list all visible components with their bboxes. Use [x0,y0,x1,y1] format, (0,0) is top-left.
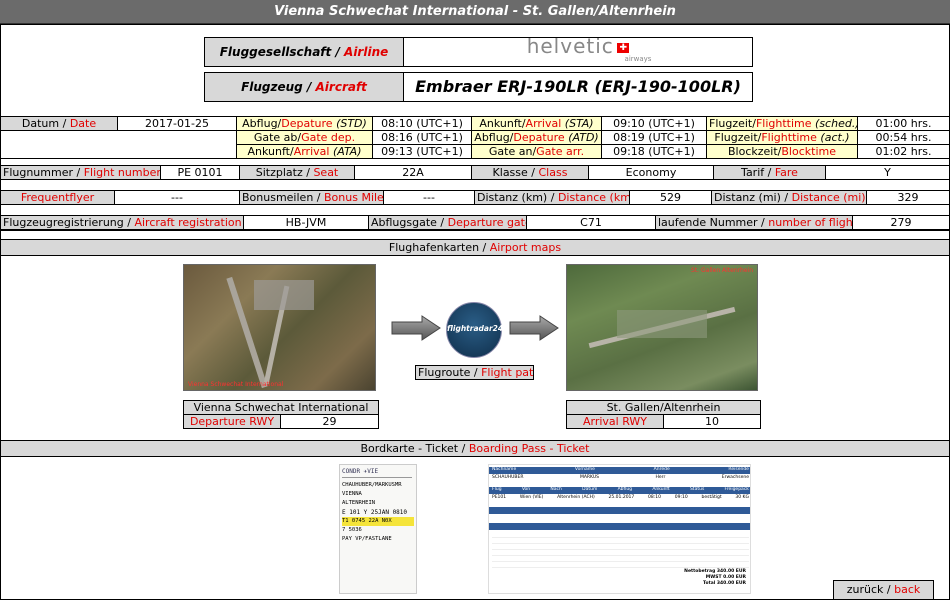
flighttime-sched-value: 01:00 hrs. [857,116,950,131]
aircraft-value: Embraer ERJ-190LR (ERJ-190-100LR) [403,72,753,102]
sta-value: 09:10 (UTC+1) [601,116,707,131]
aircraft-registration-value: HB-JVM [243,215,369,230]
flight-number-value: PE 0101 [160,165,240,180]
vie-logo-icon: CONDR ✈VIE [342,467,412,478]
airport-maps-header: Flughafenkarten / Airport maps [0,239,950,256]
bonus-miles-value: --- [383,190,475,205]
departure-rwy-value: 29 [280,414,379,429]
flighttime-sched-label: Flugzeit/Flighttime (sched.) [706,116,858,131]
departure-airport-name: Vienna Schwechat International [183,400,379,415]
swiss-cross-icon: ✚ [617,43,630,53]
aircraft-label: Flugzeug / Aircraft [204,72,404,102]
arrow-right-icon [509,315,559,341]
std-value: 08:10 (UTC+1) [372,116,472,131]
bonus-miles-label: Bonusmeilen / Bonus Miles [239,190,384,205]
fare-value: Y [825,165,950,180]
airline-label: Fluggesellschaft / Airline [204,37,404,67]
arrival-airport-name: St. Gallen/Altenrhein [566,400,761,415]
atd-value: 08:19 (UTC+1) [601,130,707,145]
gate-arr-value: 09:18 (UTC+1) [601,144,707,159]
gate-arr-label: Gate an/Gate arr. [471,144,602,159]
flighttime-act-value: 00:54 hrs. [857,130,950,145]
window-title: Vienna Schwechat International - St. Gal… [0,0,950,24]
seat-value: 22A [354,165,472,180]
back-button[interactable]: zurück / back [833,580,934,600]
distance-km-label: Distanz (km) / Distance (km) [474,190,630,205]
arrival-rwy-value: 10 [663,414,761,429]
distance-mi-value: 329 [866,190,950,205]
departure-gate-label: Abflugsgate / Departure gate [368,215,527,230]
flighttime-act-label: Flugzeit/Flighttime (act.) [706,130,858,145]
arrival-airport-photo[interactable]: St. Gallen Altenrhein [566,264,758,391]
sta-label: Ankunft/Arrival (STA) [471,116,602,131]
departure-airport-photo[interactable]: Vienna Schwechat International [183,264,376,391]
ticket-image[interactable]: Nachname Vorname Anrede Reisende SCHAUHUBER… [488,464,751,594]
seat-label: Sitzplatz / Seat [239,165,355,180]
flight-count-value: 279 [852,215,950,230]
flight-path-link[interactable]: Flugroute / Flight path [415,365,534,380]
class-value: Economy [588,165,714,180]
std-label: Abflug/Depature (STD) [236,116,373,131]
date-label: Datum / Date [0,116,118,131]
boarding-pass-header: Bordkarte - Ticket / Boarding Pass - Tic… [0,440,950,457]
flight-number-label: Flugnummer / Flight number [0,165,161,180]
distance-mi-label: Distanz (mi) / Distance (mi) [711,190,867,205]
distance-km-value: 529 [629,190,712,205]
flightradar24-logo[interactable]: flightradar24 [446,302,503,358]
aircraft-registration-label: Flugzeugregistrierung / Aircraft registr… [0,215,244,230]
ata-value: 09:13 (UTC+1) [372,144,472,159]
blocktime-label: Blockzeit/Blocktime [706,144,858,159]
arrival-rwy-label: Arrival RWY [566,414,664,429]
frequentflyer-label: Frequentflyer [0,190,115,205]
gate-dep-label: Gate ab/Gate dep. [236,130,373,145]
flight-count-label: laufende Nummer / number of flights [655,215,853,230]
date-value: 2017-01-25 [117,116,237,131]
boarding-pass-image[interactable]: CONDR ✈VIE CHAUHUBER/MARKUSMR VIENNA ALT… [339,464,417,594]
frequentflyer-value: --- [114,190,240,205]
departure-gate-value: C71 [526,215,656,230]
ata-label: Ankunft/Arrival (ATA) [236,144,373,159]
atd-label: Abflug/Depature (ATD) [471,130,602,145]
gate-dep-value: 08:16 (UTC+1) [372,130,472,145]
departure-rwy-label: Departure RWY [183,414,281,429]
arrow-right-icon [391,315,441,341]
class-label: Klasse / Class [471,165,589,180]
fare-label: Tarif / Fare [713,165,826,180]
blocktime-value: 01:02 hrs. [857,144,950,159]
airline-logo: helvetic ✚ airways [403,37,753,67]
